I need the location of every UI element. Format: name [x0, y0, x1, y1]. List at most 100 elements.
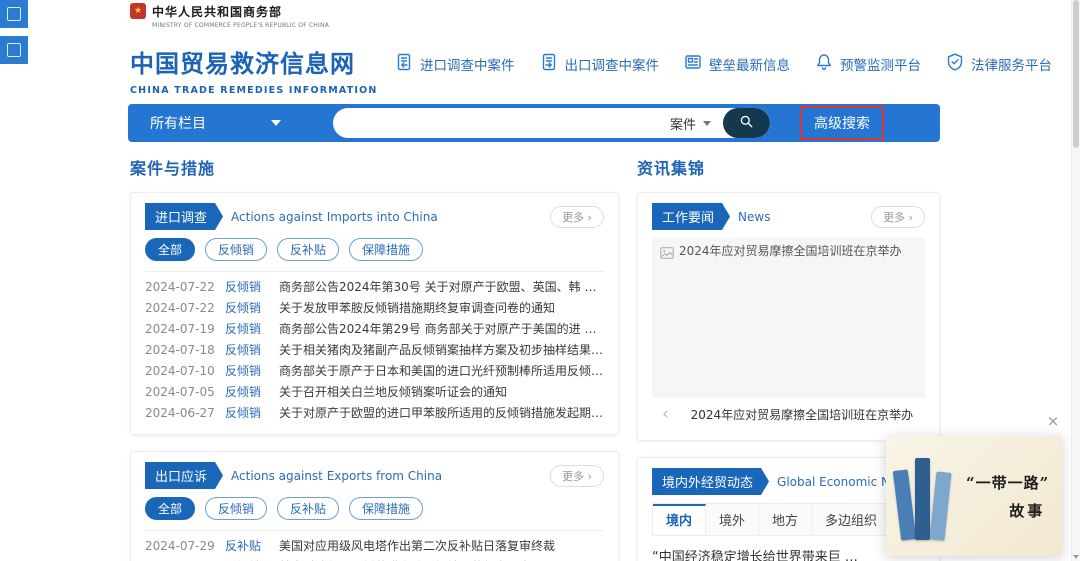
- filter-antidumping[interactable]: 反倾销: [205, 497, 267, 520]
- import-investigations-card: 进口调查 Actions against Imports into China …: [130, 192, 619, 435]
- case-title-link[interactable]: 美国对应用级风电塔作出第二次反补贴日落复审终裁: [279, 536, 604, 557]
- tab-overseas[interactable]: 境外: [706, 504, 759, 535]
- filter-countervailing[interactable]: 反补贴: [277, 238, 339, 261]
- side-widget-button-2[interactable]: [0, 36, 28, 64]
- export-case-icon: [539, 52, 559, 76]
- tab-multilateral[interactable]: 多边组织: [812, 504, 891, 535]
- filter-row: 全部 反倾销 反补贴 保障措施: [145, 497, 604, 520]
- section-title-news: 资讯集锦: [637, 155, 940, 179]
- nav-alert-platform[interactable]: 预警监测平台: [814, 52, 921, 76]
- case-tag[interactable]: 反倾销: [225, 403, 269, 424]
- case-date: 2024-07-18: [145, 340, 215, 361]
- news-carousel-image[interactable]: 2024年应对贸易摩擦全国培训班在京举办: [652, 238, 925, 398]
- news-card: 工作要闻 News 更多 › 2024年应对贸易摩擦全国培训班在京举办 ‹ 20…: [637, 192, 940, 441]
- case-list-item: 2024-07-26 反倾销 越南对涉华聚丙烯薄膜启动反倾销日落复审调查: [145, 557, 604, 561]
- filter-safeguard[interactable]: 保障措施: [349, 497, 423, 520]
- book-spine: [929, 471, 951, 540]
- divider: [145, 530, 604, 531]
- nav-legal-platform[interactable]: 法律服务平台: [945, 52, 1052, 76]
- card-subtitle: News: [738, 210, 863, 224]
- case-tag[interactable]: 反倾销: [225, 319, 269, 340]
- case-title-link[interactable]: 关于召开相关白兰地反倾销案听证会的通知: [279, 382, 604, 403]
- card-header: 进口调查 Actions against Imports into China …: [145, 203, 604, 230]
- card-header: 境内外经贸动态 Global Economic News: [652, 468, 925, 495]
- book-spine: [915, 458, 930, 540]
- case-title-link[interactable]: 商务部关于原产于日本和美国的进口光纤预制棒所适用反倾销措 …: [279, 361, 604, 382]
- filter-antidumping[interactable]: 反倾销: [205, 238, 267, 261]
- search-input[interactable]: [333, 108, 664, 138]
- case-list-item: 2024-07-05 反倾销 关于召开相关白兰地反倾销案听证会的通知: [145, 382, 604, 403]
- tab-local[interactable]: 地方: [759, 504, 812, 535]
- nav-label: 法律服务平台: [971, 54, 1052, 74]
- filter-all[interactable]: 全部: [145, 238, 195, 261]
- books-illustration: [896, 450, 962, 542]
- card-header: 工作要闻 News 更多 ›: [652, 203, 925, 230]
- advanced-search-link[interactable]: 高级搜索: [814, 116, 870, 132]
- case-tag[interactable]: 反倾销: [225, 340, 269, 361]
- scrollbar-thumb[interactable]: [1073, 0, 1079, 148]
- case-title-link[interactable]: 商务部公告2024年第29号 商务部关于对原产于美国的进 …: [279, 319, 604, 340]
- widget-icon: [7, 7, 21, 21]
- case-list-item: 2024-07-22 反倾销 关于发放甲苯胺反倾销措施期终复审调查问卷的通知: [145, 298, 604, 319]
- case-title-link[interactable]: 关于相关猪肉及猪副产品反倾销案抽样方案及初步抽样结果的通 …: [279, 340, 604, 361]
- export-responses-card: 出口应诉 Actions against Exports from China …: [130, 451, 619, 561]
- case-tag[interactable]: 反倾销: [225, 361, 269, 382]
- case-tag[interactable]: 反倾销: [225, 277, 269, 298]
- popup-title-line1: “一带一路”: [966, 472, 1049, 493]
- site-subtitle: CHINA TRADE REMEDIES INFORMATION: [130, 85, 378, 96]
- site-logo[interactable]: 中国贸易救济信息网 CHINA TRADE REMEDIES INFORMATI…: [130, 44, 378, 96]
- more-button[interactable]: 更多 ›: [550, 465, 604, 487]
- case-tag[interactable]: 反倾销: [225, 298, 269, 319]
- card-header: 出口应诉 Actions against Exports from China …: [145, 462, 604, 489]
- case-tag[interactable]: 反补贴: [225, 536, 269, 557]
- card-badge: 境内外经贸动态: [652, 468, 769, 495]
- side-widget-bar: [0, 0, 28, 64]
- cases-column: 案件与措施 进口调查 Actions against Imports into …: [130, 155, 619, 561]
- nav-label: 壁垒最新信息: [709, 54, 790, 74]
- carousel-caption-bar: ‹ 2024年应对贸易摩擦全国培训班在京举办: [652, 398, 925, 430]
- popup-close-icon[interactable]: ×: [1044, 412, 1062, 430]
- search-button[interactable]: [723, 108, 770, 138]
- divider: [145, 271, 604, 272]
- case-date: 2024-07-29: [145, 536, 215, 557]
- site-title: 中国贸易救济信息网: [130, 44, 378, 79]
- economy-news-link[interactable]: “中国经济稳定增长给世界带来巨 …: [652, 544, 925, 561]
- more-button[interactable]: 更多 ›: [550, 206, 604, 228]
- carousel-caption[interactable]: 2024年应对贸易摩擦全国培训班在京举办: [679, 406, 925, 423]
- case-title-link[interactable]: 关于发放甲苯胺反倾销措施期终复审调查问卷的通知: [279, 298, 604, 319]
- scrollbar-down-button[interactable]: [1072, 555, 1080, 559]
- card-subtitle: Actions against Exports from China: [231, 469, 542, 483]
- case-tag[interactable]: 反倾销: [225, 557, 269, 561]
- nav-barrier-news[interactable]: 壁垒最新信息: [683, 52, 790, 76]
- section-title-cases: 案件与措施: [130, 155, 619, 179]
- case-title-link[interactable]: 关于对原产于欧盟的进口甲苯胺所适用的反倾销措施发起期终复 …: [279, 403, 604, 424]
- import-case-icon: [394, 52, 414, 76]
- case-date: 2024-07-26: [145, 557, 215, 561]
- filter-all[interactable]: 全部: [145, 497, 195, 520]
- filter-safeguard[interactable]: 保障措施: [349, 238, 423, 261]
- popup-title[interactable]: “一带一路” 故事: [966, 472, 1049, 521]
- ministry-name: 中华人民共和国商务部: [152, 3, 329, 20]
- case-title-link[interactable]: 商务部公告2024年第30号 关于对原产于欧盟、英国、韩 …: [279, 277, 604, 298]
- page: ★ 中华人民共和国商务部 MINISTRY OF COMMERCE PEOPLE…: [0, 0, 1080, 561]
- belt-road-popup[interactable]: “一带一路” 故事: [886, 436, 1062, 556]
- case-title-link[interactable]: 越南对涉华聚丙烯薄膜启动反倾销日落复审调查: [279, 557, 604, 561]
- nav-export-cases[interactable]: 出口调查中案件: [539, 52, 660, 76]
- more-button[interactable]: 更多 ›: [871, 206, 925, 228]
- tab-domestic[interactable]: 境内: [653, 504, 706, 535]
- case-tag[interactable]: 反倾销: [225, 382, 269, 403]
- scope-dropdown[interactable]: 案件: [664, 114, 723, 133]
- case-list-item: 2024-07-10 反倾销 商务部关于原产于日本和美国的进口光纤预制棒所适用反…: [145, 361, 604, 382]
- ministry-logo-block[interactable]: ★ 中华人民共和国商务部 MINISTRY OF COMMERCE PEOPLE…: [130, 3, 329, 29]
- scrollbar-track[interactable]: [1071, 0, 1080, 561]
- case-date: 2024-07-19: [145, 319, 215, 340]
- category-dropdown[interactable]: 所有栏目: [128, 113, 333, 133]
- card-subtitle: Actions against Imports into China: [231, 210, 542, 224]
- search-field: 案件: [333, 108, 770, 138]
- case-date: 2024-07-10: [145, 361, 215, 382]
- nav-import-cases[interactable]: 进口调查中案件: [394, 52, 515, 76]
- filter-countervailing[interactable]: 反补贴: [277, 497, 339, 520]
- carousel-prev-icon[interactable]: ‹: [652, 406, 679, 423]
- case-date: 2024-07-22: [145, 298, 215, 319]
- side-widget-button-1[interactable]: [0, 0, 28, 28]
